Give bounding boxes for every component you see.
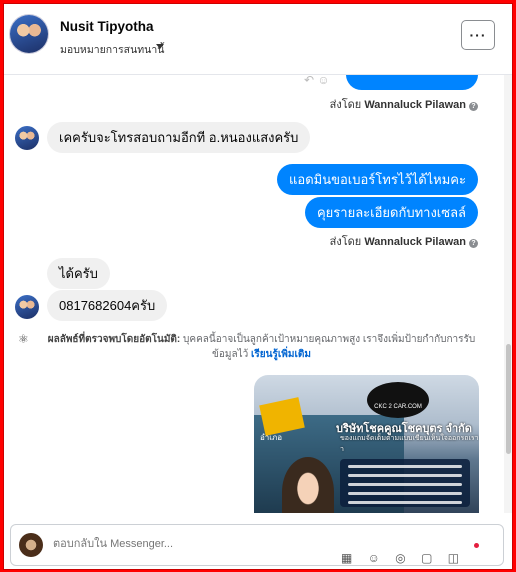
ad-town-label: อำเภอ xyxy=(260,433,283,442)
sent-by-prefix: ส่งโดย xyxy=(329,99,362,111)
help-icon[interactable]: ? xyxy=(469,102,478,111)
conversation-header: Nusit Tipyotha มอบหมายการสนทนานี้ ··· xyxy=(4,4,512,75)
auto-detected-text: บุคคลนี้อาจเป็นลูกค้าเป้าหมายคุณภาพสูง เ… xyxy=(183,334,476,360)
ad-feature-list xyxy=(340,459,470,507)
company-logo: CKC 2 CAR.COM xyxy=(367,382,429,418)
sent-by-label: ส่งโดย Wannaluck Pilawan? xyxy=(330,232,478,250)
scrollbar-thumb[interactable] xyxy=(506,344,511,454)
chevron-down-icon[interactable] xyxy=(156,44,164,49)
message-bubble-incoming[interactable]: เคครับจะโทรสอบถามอีกที อ.หนองแสงครับ xyxy=(47,122,311,153)
contact-name[interactable]: Nusit Tipyotha xyxy=(60,19,154,34)
help-icon[interactable]: ? xyxy=(469,239,478,248)
sent-by-name: Wannaluck Pilawan xyxy=(364,236,466,248)
contact-avatar[interactable] xyxy=(10,15,48,53)
message-bubble-outgoing[interactable] xyxy=(346,75,478,90)
composer-toolbar-icons[interactable]: ▦ ☺ ◎ ▢ ◫ xyxy=(341,551,465,565)
message-bubble-incoming[interactable]: 0817682604ครับ xyxy=(47,290,168,321)
message-bubble-outgoing[interactable]: คุยรายละเอียดกับทางเซลล์ xyxy=(304,197,478,228)
more-options-button[interactable]: ··· xyxy=(461,20,495,50)
sent-by-label: ส่งโดย Wannaluck Pilawan? xyxy=(330,95,478,113)
image-attachment[interactable]: CKC 2 CAR.COM อำเภอ บริษัทโชคคูณโชคบุตร … xyxy=(254,375,479,513)
sent-by-name: Wannaluck Pilawan xyxy=(364,99,466,111)
reply-composer[interactable]: ▦ ☺ ◎ ▢ ◫ xyxy=(10,524,504,566)
contact-avatar-small xyxy=(15,295,39,319)
logo-text: CKC 2 CAR.COM xyxy=(374,404,422,410)
message-bubble-outgoing[interactable]: แอดมินขอเบอร์โทรไว้ได้ไหมคะ xyxy=(277,164,478,195)
reply-input[interactable] xyxy=(51,537,355,551)
reaction-icons[interactable]: ↶ ☺ xyxy=(304,75,330,87)
auto-detected-label: ผลลัพธ์ที่ตรวจพบโดยอัตโนมัติ: xyxy=(47,334,181,345)
conversation-panel: Nusit Tipyotha มอบหมายการสนทนานี้ ··· ↶ … xyxy=(3,3,513,570)
message-bubble-incoming[interactable]: ได้ครับ xyxy=(47,258,110,289)
ad-subtitle: ของแถมจัดเต็มตามแบบเขียนเห็นใจออกรถเราา xyxy=(340,435,479,453)
assign-conversation-label[interactable]: มอบหมายการสนทนานี้ xyxy=(60,41,164,58)
ai-sparkle-icon: ⚛ xyxy=(18,332,29,346)
page-avatar xyxy=(19,533,43,557)
learn-more-link[interactable]: เรียนรู้เพิ่มเติม xyxy=(251,349,311,360)
notification-dot xyxy=(474,543,479,548)
sent-by-prefix: ส่งโดย xyxy=(329,236,362,248)
message-list: ↶ ☺ ส่งโดย Wannaluck Pilawan? เคครับจะโท… xyxy=(4,75,504,513)
auto-detected-note: ⚛ ผลลัพธ์ที่ตรวจพบโดยอัตโนมัติ: บุคคลนี้… xyxy=(18,332,488,362)
contact-avatar-small xyxy=(15,126,39,150)
